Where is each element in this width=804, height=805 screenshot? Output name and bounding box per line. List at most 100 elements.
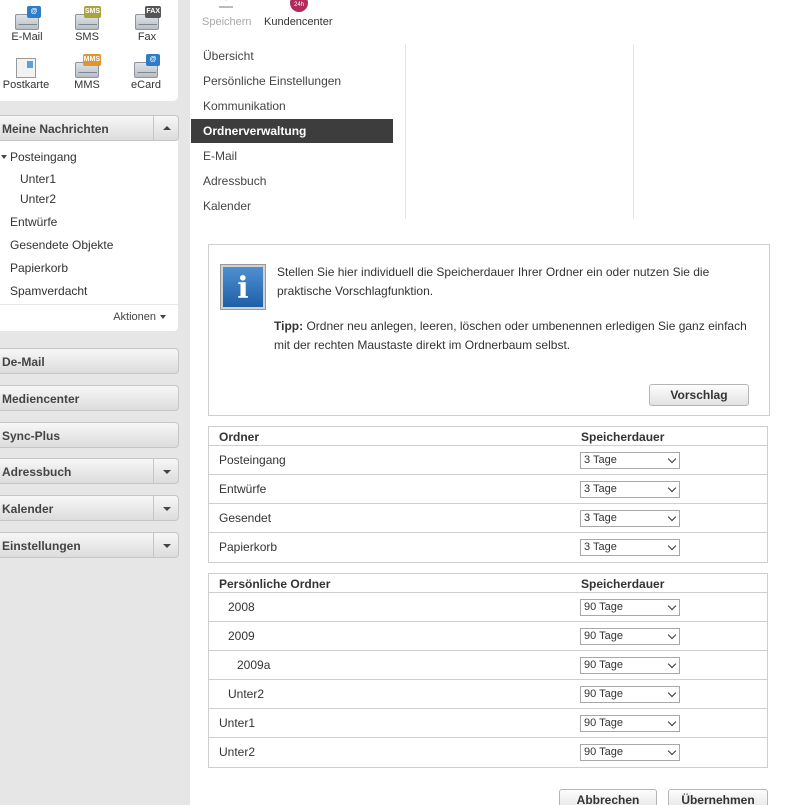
table-row: Gesendet 3 Tage	[209, 504, 767, 533]
collapse-toggle[interactable]	[153, 116, 178, 140]
chevron-down-icon	[163, 507, 171, 511]
folder-name: Papierkorb	[219, 540, 278, 554]
expand-toggle[interactable]	[153, 533, 178, 557]
duration-select[interactable]: 90 Tage	[580, 628, 680, 645]
compose-sms-button[interactable]: SMS SMS	[62, 6, 112, 50]
cancel-button[interactable]: Abbrechen	[559, 789, 657, 805]
compose-mms-button[interactable]: MMS MMS	[62, 54, 112, 98]
folder-name: Unter2	[219, 745, 256, 759]
info-icon: i	[221, 265, 265, 309]
menu-item-kalender[interactable]: Kalender	[191, 194, 393, 218]
column-header-folder: Ordner	[219, 430, 260, 444]
section-sync-plus[interactable]: Sync-Plus	[0, 422, 179, 448]
expand-toggle[interactable]	[153, 459, 178, 483]
folder-name: 2009	[228, 629, 255, 643]
chevron-down-icon	[667, 746, 677, 756]
chevron-down-icon	[667, 512, 677, 522]
settings-menu: Übersicht Persönliche Einstellungen Komm…	[191, 44, 393, 219]
compose-panel: @ E-Mail SMS SMS FAX Fax Postkarte MMS M…	[0, 0, 178, 101]
duration-select[interactable]: 90 Tage	[580, 599, 680, 616]
download-icon	[219, 0, 233, 8]
chevron-down-icon	[667, 454, 677, 464]
compose-email-button[interactable]: @ E-Mail	[2, 6, 52, 50]
menu-item-adressbuch[interactable]: Adressbuch	[191, 169, 393, 193]
compose-postcard-button[interactable]: Postkarte	[1, 54, 51, 98]
chevron-down-icon	[163, 470, 171, 474]
compose-label: E-Mail	[11, 31, 43, 43]
chevron-down-icon	[667, 483, 677, 493]
table-row: 2009a 90 Tage	[209, 651, 767, 680]
actions-label: Aktionen	[113, 311, 156, 323]
kundencenter-label: Kundencenter	[264, 16, 333, 28]
folder-entwuerfe[interactable]: Entwürfe	[10, 215, 57, 229]
duration-select[interactable]: 3 Tage	[580, 510, 680, 527]
section-meine-nachrichten[interactable]: Meine Nachrichten	[0, 115, 179, 141]
section-label: Meine Nachrichten	[2, 122, 109, 136]
duration-select[interactable]: 90 Tage	[580, 657, 680, 674]
folder-unter2[interactable]: Unter2	[20, 192, 56, 206]
chevron-down-icon	[667, 688, 677, 698]
table-header: Ordner Speicherdauer	[209, 427, 767, 446]
fax-icon: FAX	[133, 6, 161, 30]
folder-name: Entwürfe	[219, 482, 267, 496]
duration-select[interactable]: 90 Tage	[580, 715, 680, 732]
actions-dropdown[interactable]: Aktionen	[113, 311, 166, 323]
sms-icon: SMS	[73, 6, 101, 30]
section-kalender[interactable]: Kalender	[0, 495, 179, 521]
folder-name: Unter1	[219, 716, 256, 730]
menu-item-kommunikation[interactable]: Kommunikation	[191, 94, 393, 118]
menu-item-email[interactable]: E-Mail	[191, 144, 393, 168]
section-de-mail[interactable]: De-Mail	[0, 348, 179, 374]
duration-select[interactable]: 90 Tage	[580, 744, 680, 761]
suggest-button[interactable]: Vorschlag	[649, 384, 749, 406]
folder-posteingang[interactable]: Posteingang	[10, 150, 77, 164]
expand-toggle[interactable]	[153, 496, 178, 520]
menu-item-uebersicht[interactable]: Übersicht	[191, 44, 393, 68]
email-icon: @	[13, 6, 41, 30]
folder-name: Unter2	[228, 687, 265, 701]
duration-select[interactable]: 3 Tage	[580, 539, 680, 556]
chevron-down-icon	[667, 630, 677, 640]
column-header-duration: Speicherdauer	[581, 577, 665, 591]
table-row: 2009 90 Tage	[209, 622, 767, 651]
sidebar: @ E-Mail SMS SMS FAX Fax Postkarte MMS M…	[0, 0, 190, 805]
mms-icon: MMS	[73, 54, 101, 78]
chevron-down-icon	[667, 541, 677, 551]
table-row: Posteingang 3 Tage	[209, 446, 767, 475]
folder-tree: Posteingang Unter1 Unter2 Entwürfe Gesen…	[0, 141, 178, 331]
section-label: De-Mail	[2, 355, 45, 369]
personal-folders-table: Persönliche Ordner Speicherdauer 2008 90…	[208, 573, 768, 768]
section-einstellungen[interactable]: Einstellungen	[0, 532, 179, 558]
compose-label: MMS	[74, 79, 100, 91]
tip-text: Ordner neu anlegen, leeren, löschen oder…	[274, 319, 747, 352]
duration-select[interactable]: 3 Tage	[580, 481, 680, 498]
duration-select[interactable]: 90 Tage	[580, 686, 680, 703]
chevron-up-icon	[163, 126, 171, 130]
kundencenter-24h-icon: 24h	[290, 0, 308, 12]
duration-select[interactable]: 3 Tage	[580, 452, 680, 469]
folder-spamverdacht[interactable]: Spamverdacht	[10, 284, 87, 298]
compose-ecard-button[interactable]: @ eCard	[121, 54, 171, 98]
expand-arrow-icon[interactable]	[1, 155, 7, 159]
folder-name: Posteingang	[219, 453, 286, 467]
compose-fax-button[interactable]: FAX Fax	[122, 6, 172, 50]
section-mediencenter[interactable]: Mediencenter	[0, 385, 179, 411]
toolbar: Speichern 24h Kundencenter	[190, 0, 804, 40]
table-row: Unter2 90 Tage	[209, 680, 767, 709]
compose-label: eCard	[131, 79, 161, 91]
folder-gesendete-objekte[interactable]: Gesendete Objekte	[10, 238, 113, 252]
column-header-folder: Persönliche Ordner	[219, 577, 331, 591]
menu-item-ordnerverwaltung[interactable]: Ordnerverwaltung	[191, 119, 393, 143]
folder-unter1[interactable]: Unter1	[20, 172, 56, 186]
table-row: Entwürfe 3 Tage	[209, 475, 767, 504]
save-label: Speichern	[202, 16, 252, 28]
chevron-down-icon	[163, 544, 171, 548]
info-description: Stellen Sie hier individuell die Speiche…	[277, 265, 710, 298]
apply-button[interactable]: Übernehmen	[668, 789, 768, 805]
section-adressbuch[interactable]: Adressbuch	[0, 458, 179, 484]
column-header-duration: Speicherdauer	[581, 430, 665, 444]
folder-name: 2008	[228, 600, 255, 614]
menu-item-persoenliche-einstellungen[interactable]: Persönliche Einstellungen	[191, 69, 393, 93]
folder-papierkorb[interactable]: Papierkorb	[10, 261, 68, 275]
section-label: Einstellungen	[2, 539, 81, 553]
